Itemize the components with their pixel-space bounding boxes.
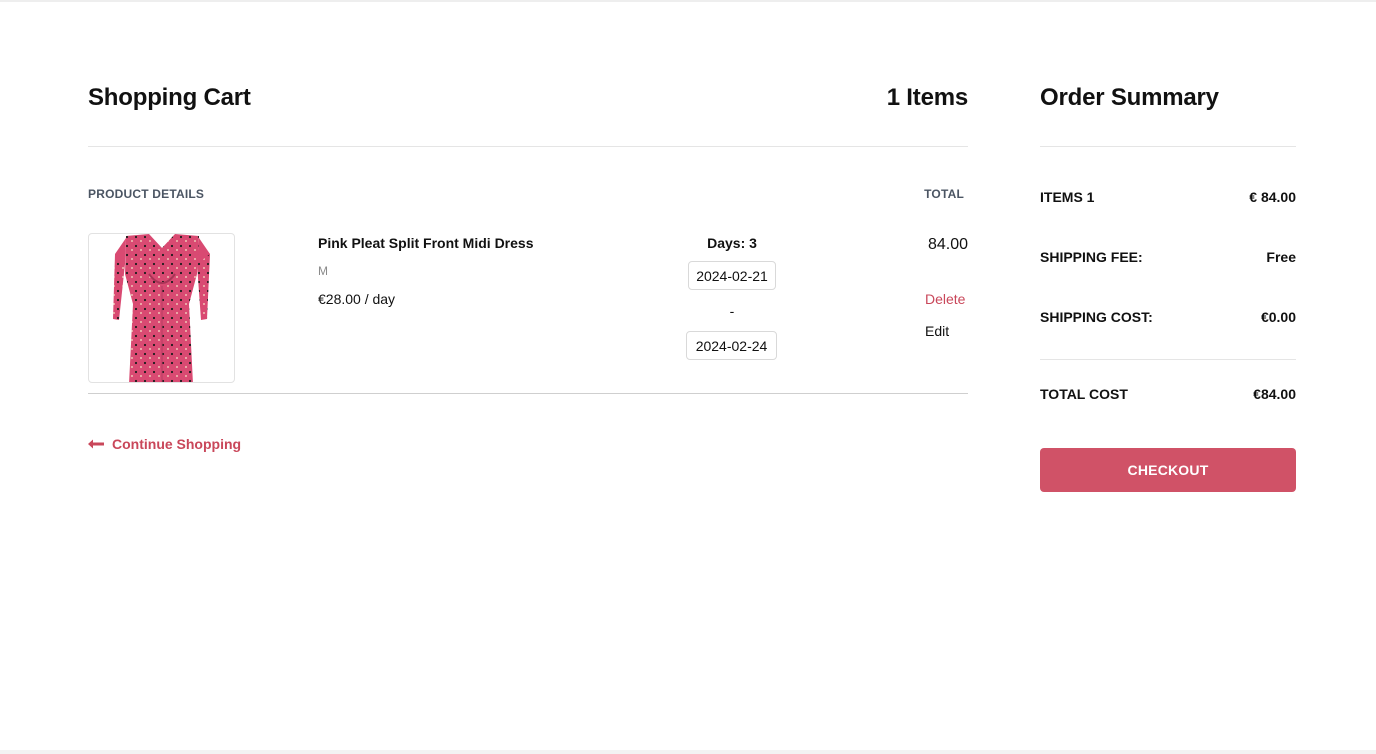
product-size: M — [318, 264, 328, 278]
item-total: 84.00 — [927, 236, 968, 253]
start-date-field[interactable]: 2024-02-21 — [688, 261, 776, 290]
dress-image-icon — [113, 234, 210, 382]
continue-shopping-link[interactable]: Continue Shopping — [88, 436, 241, 452]
shipping-cost-label: SHIPPING COST: — [1040, 309, 1153, 325]
checkout-button[interactable]: CHECKOUT — [1040, 448, 1296, 492]
cart-item-count: 1 Items — [886, 84, 969, 111]
end-date-field[interactable]: 2024-02-24 — [686, 331, 777, 360]
product-price-per-day: €28.00 / day — [318, 291, 396, 307]
edit-item-link[interactable]: Edit — [925, 323, 949, 339]
total-cost-label: TOTAL COST — [1040, 386, 1128, 402]
total-cost-value: €84.00 — [1253, 386, 1296, 402]
continue-shopping-label: Continue Shopping — [112, 436, 242, 452]
summary-items-label: ITEMS 1 — [1040, 189, 1095, 205]
order-summary-title: Order Summary — [1040, 84, 1219, 111]
summary-items-value: € 84.00 — [1249, 189, 1296, 205]
summary-total-divider — [1040, 359, 1296, 360]
arrow-left-icon — [88, 439, 104, 449]
top-border — [0, 0, 1376, 2]
shipping-cost-value: €0.00 — [1260, 309, 1296, 325]
delete-item-link[interactable]: Delete — [925, 291, 965, 307]
cart-items-divider — [88, 393, 968, 394]
product-name[interactable]: Pink Pleat Split Front Midi Dress — [318, 235, 533, 251]
column-product-details: PRODUCT DETAILS — [88, 187, 205, 201]
cart-title: Shopping Cart — [88, 84, 251, 111]
shipping-fee-label: SHIPPING FEE: — [1040, 249, 1143, 265]
shipping-fee-value: Free — [1266, 249, 1296, 265]
rental-days: Days: 3 — [707, 235, 757, 251]
bottom-border — [0, 750, 1376, 754]
summary-header-divider — [1040, 146, 1296, 147]
cart-header-divider — [88, 146, 968, 147]
product-image[interactable] — [88, 233, 235, 383]
column-total: TOTAL — [924, 187, 964, 201]
date-separator: - — [729, 303, 735, 319]
